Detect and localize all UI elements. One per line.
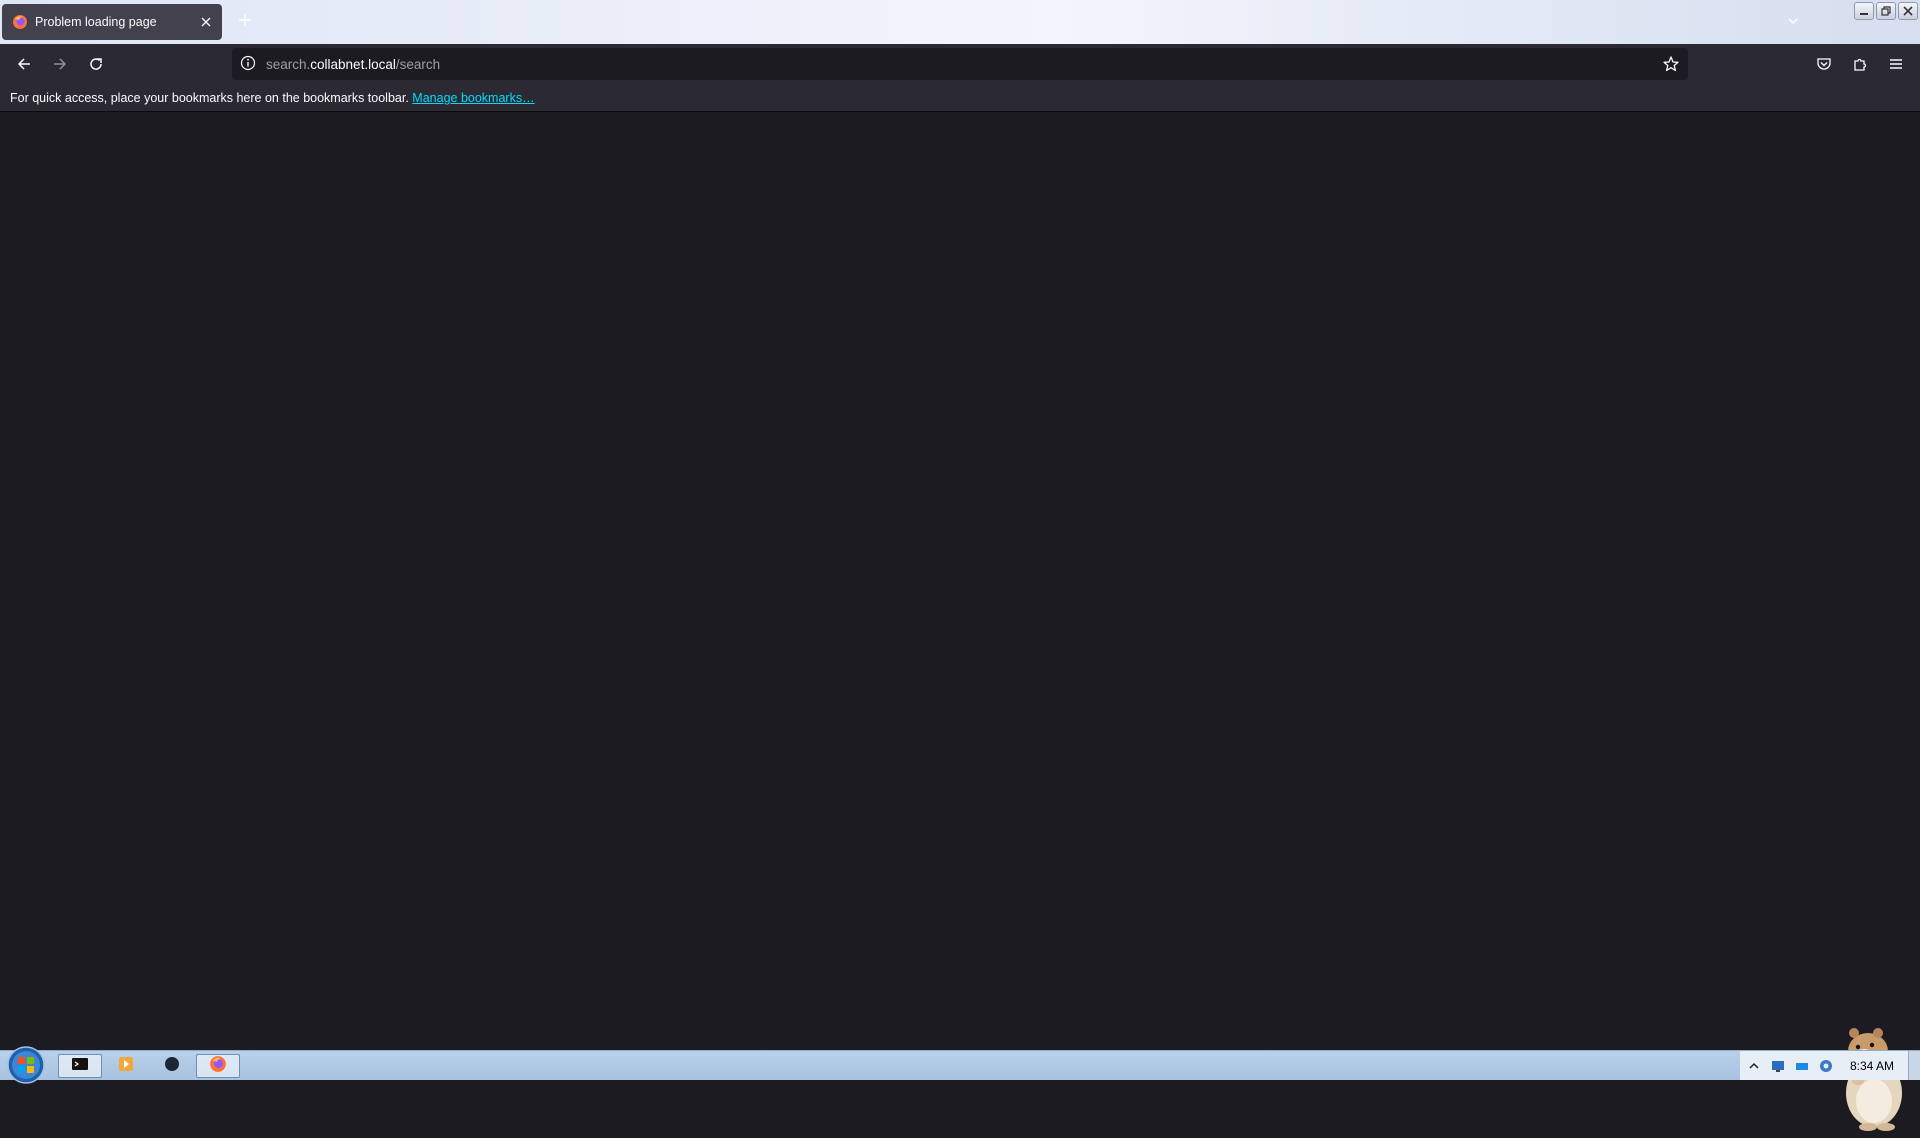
show-hidden-icons-chevron-icon[interactable] xyxy=(1746,1058,1762,1074)
start-button-orb-icon[interactable] xyxy=(6,1045,46,1085)
window-controls xyxy=(1854,2,1918,22)
system-tray: 8:34 AM xyxy=(1740,1051,1920,1080)
url-subdomain: search. xyxy=(266,56,311,72)
navigation-toolbar: search.collabnet.local/search xyxy=(0,44,1920,84)
url-path: /search xyxy=(395,56,441,72)
page-content xyxy=(0,113,1920,1131)
action-center-flag-icon[interactable] xyxy=(1794,1058,1810,1074)
url-bar[interactable]: search.collabnet.local/search xyxy=(232,48,1688,80)
list-all-tabs-chevron-icon[interactable] xyxy=(1786,14,1800,28)
reload-icon[interactable] xyxy=(84,52,108,76)
close-window-icon[interactable] xyxy=(1898,2,1918,20)
media-player-icon xyxy=(117,1056,135,1077)
url-text[interactable]: search.collabnet.local/search xyxy=(266,57,440,72)
taskbar-dark-circle-app[interactable] xyxy=(150,1054,194,1078)
bookmarks-empty-message: For quick access, place your bookmarks h… xyxy=(10,91,409,105)
forward-arrow-icon[interactable] xyxy=(48,52,72,76)
firefox-favicon-icon xyxy=(12,14,28,30)
terminal-icon xyxy=(71,1056,89,1077)
site-info-icon[interactable] xyxy=(240,55,256,74)
bookmark-star-icon[interactable] xyxy=(1662,55,1680,73)
taskbar-terminal-app[interactable] xyxy=(58,1054,102,1078)
dark-circle-app-icon xyxy=(164,1056,180,1077)
bookmarks-toolbar: For quick access, place your bookmarks h… xyxy=(0,84,1920,112)
network-icon[interactable] xyxy=(1770,1058,1786,1074)
manage-bookmarks-link[interactable]: Manage bookmarks… xyxy=(412,91,534,105)
back-arrow-icon[interactable] xyxy=(12,52,36,76)
taskbar-clock[interactable]: 8:34 AM xyxy=(1850,1059,1894,1073)
tab-title: Problem loading page xyxy=(35,15,157,29)
windows-taskbar: 8:34 AM xyxy=(0,1046,1920,1084)
pocket-icon[interactable] xyxy=(1812,52,1836,76)
taskbar-firefox-app[interactable] xyxy=(196,1054,240,1078)
tab-strip: Problem loading page xyxy=(0,0,1920,44)
minimize-window-icon[interactable] xyxy=(1854,2,1874,20)
new-tab-plus-icon[interactable] xyxy=(236,12,254,30)
volume-speaker-icon[interactable] xyxy=(1818,1058,1834,1074)
firefox-icon xyxy=(209,1055,227,1078)
browser-tab-active[interactable]: Problem loading page xyxy=(2,4,222,40)
maximize-window-icon[interactable] xyxy=(1876,2,1896,20)
taskbar-media-player-app[interactable] xyxy=(104,1054,148,1078)
close-tab-icon[interactable] xyxy=(198,14,214,30)
extensions-puzzle-icon[interactable] xyxy=(1848,52,1872,76)
hamburger-menu-icon[interactable] xyxy=(1884,52,1908,76)
url-domain: collabnet.local xyxy=(310,56,396,72)
show-desktop-button[interactable] xyxy=(1908,1051,1920,1080)
